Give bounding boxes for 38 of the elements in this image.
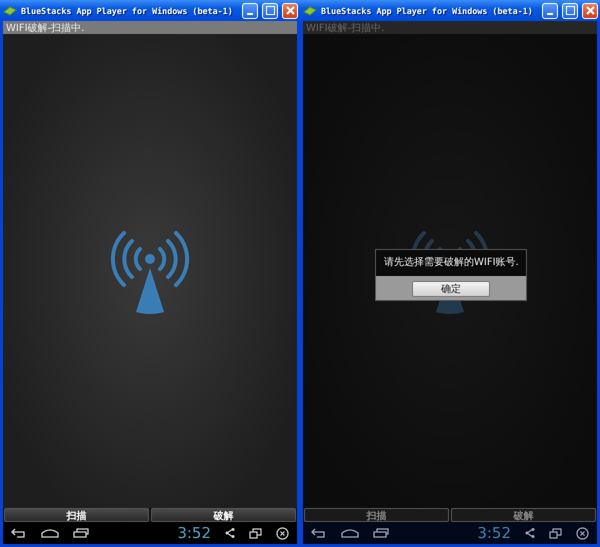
close-icon: [586, 6, 594, 15]
share-icon[interactable]: [525, 528, 535, 538]
confirm-button[interactable]: 确定: [412, 281, 490, 297]
close-icon[interactable]: [276, 526, 289, 540]
recent-apps-icon[interactable]: [73, 528, 89, 538]
close-icon[interactable]: [576, 526, 589, 540]
minimize-icon: [547, 13, 553, 15]
home-icon[interactable]: [41, 528, 59, 538]
action-button[interactable]: 破解: [451, 508, 596, 522]
app-logo-icon: [303, 6, 317, 16]
window-title: BlueStacks App Player for Windows (beta-1): [321, 6, 534, 16]
status-text: WIFI破解-扫描中.: [306, 22, 384, 34]
close-icon: [286, 6, 294, 15]
close-button[interactable]: [282, 2, 298, 18]
action-button[interactable]: 扫描: [304, 508, 449, 522]
action-button[interactable]: 破解: [151, 508, 296, 522]
status-text: WIFI破解-扫描中.: [6, 22, 84, 34]
recent-apps-icon[interactable]: [373, 528, 389, 538]
minimize-icon: [247, 13, 253, 15]
home-icon[interactable]: [341, 528, 359, 538]
maximize-button[interactable]: [562, 2, 578, 18]
minimize-button[interactable]: [542, 2, 558, 18]
window-icon[interactable]: [549, 528, 562, 538]
back-icon[interactable]: [11, 528, 27, 538]
window-title: BlueStacks App Player for Windows (beta-1): [21, 6, 234, 16]
action-button[interactable]: 扫描: [4, 508, 149, 522]
close-button[interactable]: [582, 2, 598, 18]
dialog-message: 请先选择需要破解的WIFI账号.: [383, 256, 520, 270]
minimize-button[interactable]: [242, 2, 258, 18]
maximize-icon: [266, 6, 274, 15]
clock: 3:52: [477, 524, 511, 542]
maximize-icon: [566, 6, 574, 15]
app-logo-icon: [3, 6, 17, 16]
clock: 3:52: [177, 524, 211, 542]
window-icon[interactable]: [249, 528, 262, 538]
share-icon[interactable]: [225, 528, 235, 538]
maximize-button[interactable]: [262, 2, 278, 18]
back-icon[interactable]: [311, 528, 327, 538]
